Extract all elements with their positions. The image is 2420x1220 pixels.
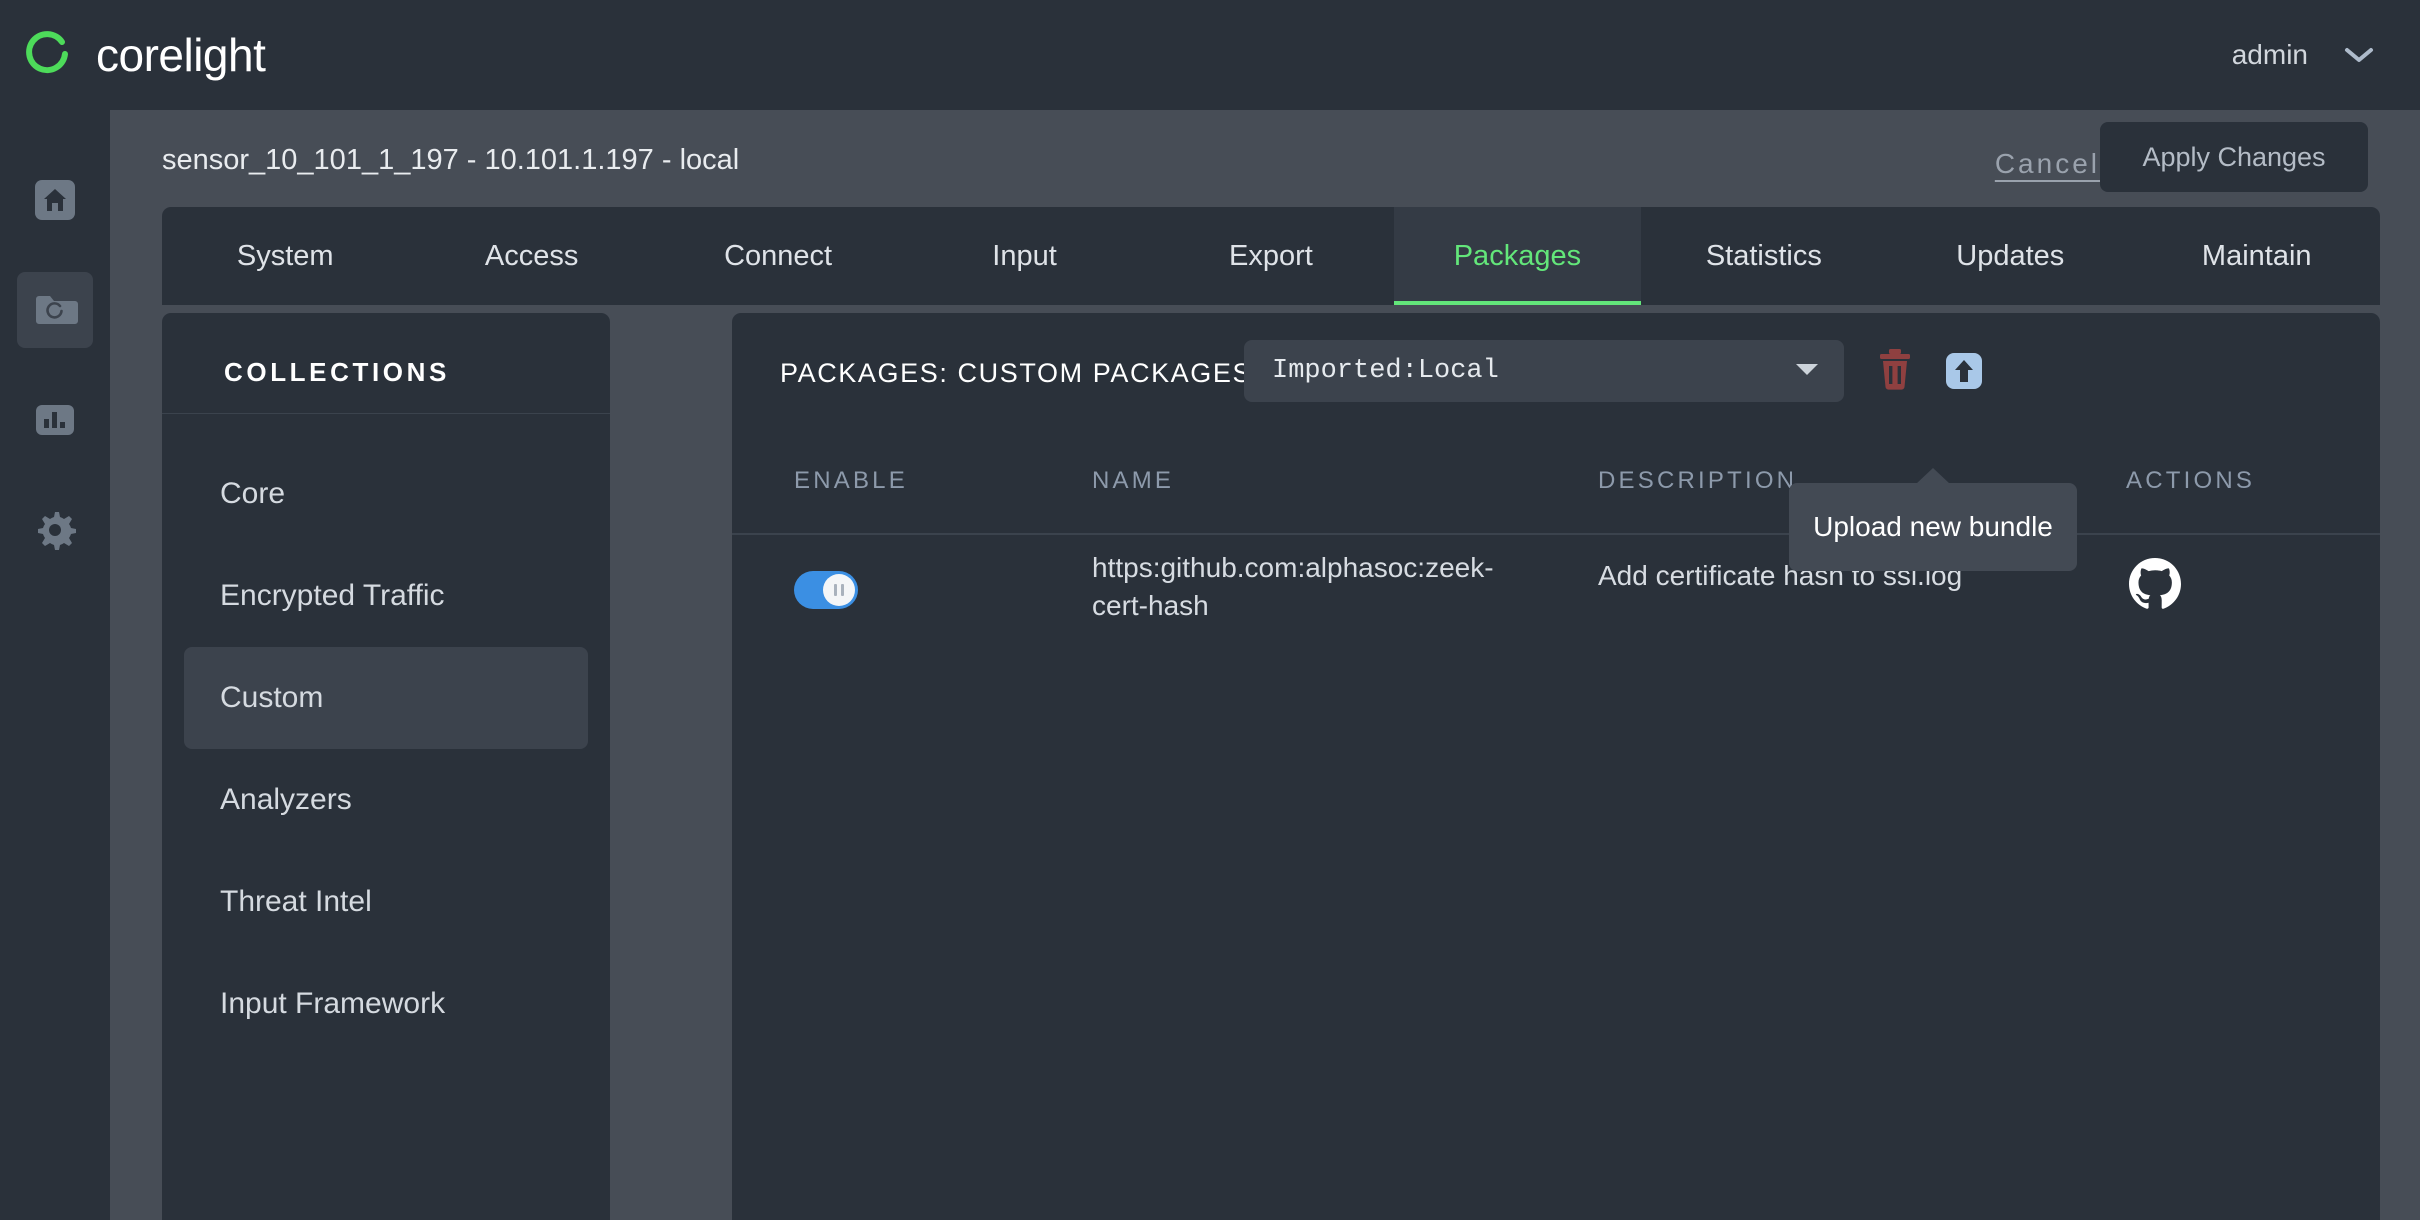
- toggle-knob: [823, 574, 855, 606]
- panel-header: PACKAGES: CUSTOM PACKAGES Imported:Local: [732, 313, 2380, 571]
- corelight-arc-logo-icon: [22, 29, 74, 81]
- caret-down-icon: [1794, 361, 1820, 382]
- tab-packages[interactable]: Packages: [1394, 207, 1642, 305]
- chevron-down-icon[interactable]: [2344, 46, 2374, 64]
- table-row: https:github.com:alphasoc:zeek-cert-hash…: [732, 535, 2380, 643]
- upload-bundle-button[interactable]: [1938, 343, 1990, 397]
- apply-changes-button[interactable]: Apply Changes: [2100, 122, 2368, 192]
- collection-item-threat-intel[interactable]: Threat Intel: [184, 851, 588, 953]
- panel-title: PACKAGES: CUSTOM PACKAGES: [780, 358, 1253, 388]
- cancel-button[interactable]: Cancel: [1995, 148, 2100, 180]
- column-header-actions: ACTIONS: [2126, 467, 2256, 494]
- trash-icon: [1870, 349, 1920, 401]
- sidebar-item-analytics[interactable]: [17, 382, 93, 458]
- source-select[interactable]: Imported:Local: [1244, 340, 1844, 402]
- column-header-enable: ENABLE: [794, 467, 908, 494]
- sidebar-item-settings[interactable]: [17, 492, 93, 568]
- user-menu[interactable]: admin: [2232, 39, 2420, 71]
- page-header: sensor_10_101_1_197 - 10.101.1.197 - loc…: [110, 110, 2420, 220]
- column-header-name: NAME: [1092, 467, 1175, 494]
- folder-sensor-icon: [32, 287, 78, 333]
- delete-bundle-button[interactable]: [1870, 343, 1920, 397]
- tab-bar: System Access Connect Input Export Packa…: [162, 207, 2380, 305]
- collection-item-input-framework[interactable]: Input Framework: [184, 953, 588, 1055]
- divider: [162, 413, 610, 414]
- tab-updates[interactable]: Updates: [1887, 207, 2133, 305]
- enable-cell: [794, 571, 858, 609]
- tab-input[interactable]: Input: [901, 207, 1147, 305]
- collection-item-custom[interactable]: Custom: [184, 647, 588, 749]
- table-header-row: ENABLE NAME DESCRIPTION ACTIONS: [732, 429, 2380, 533]
- collection-item-analyzers[interactable]: Analyzers: [184, 749, 588, 851]
- brand: corelight: [0, 28, 266, 82]
- tab-system[interactable]: System: [162, 207, 408, 305]
- upload-icon: [1938, 353, 1990, 401]
- icon-rail: [0, 110, 110, 1220]
- content-area: sensor_10_101_1_197 - 10.101.1.197 - loc…: [110, 110, 2420, 1220]
- tab-export[interactable]: Export: [1148, 207, 1394, 305]
- enable-toggle[interactable]: [794, 571, 858, 609]
- packages-table-body: https:github.com:alphasoc:zeek-cert-hash…: [732, 535, 2380, 643]
- source-select-value: Imported:Local: [1272, 356, 1499, 386]
- tab-connect[interactable]: Connect: [655, 207, 901, 305]
- tab-maintain[interactable]: Maintain: [2134, 207, 2380, 305]
- actions-cell: [2126, 555, 2184, 618]
- github-icon[interactable]: [2126, 555, 2184, 618]
- collections-panel: COLLECTIONS Core Encrypted Traffic Custo…: [162, 313, 610, 1220]
- collection-item-core[interactable]: Core: [184, 443, 588, 545]
- collections-list: Core Encrypted Traffic Custom Analyzers …: [162, 443, 610, 1055]
- collections-title: COLLECTIONS: [224, 357, 450, 387]
- tab-access[interactable]: Access: [408, 207, 654, 305]
- tab-statistics[interactable]: Statistics: [1641, 207, 1887, 305]
- upload-tooltip: Upload new bundle: [1789, 468, 2077, 571]
- top-bar: corelight admin: [0, 0, 2420, 110]
- collection-item-encrypted-traffic[interactable]: Encrypted Traffic: [184, 545, 588, 647]
- user-name-label: admin: [2231, 39, 2308, 70]
- column-header-description: DESCRIPTION: [1598, 467, 1798, 494]
- package-name: https:github.com:alphasoc:zeek-cert-hash: [1092, 552, 1494, 621]
- packages-panel: PACKAGES: CUSTOM PACKAGES Imported:Local: [732, 313, 2380, 1220]
- sidebar-item-home[interactable]: [17, 162, 93, 238]
- page-title: sensor_10_101_1_197 - 10.101.1.197 - loc…: [162, 144, 740, 176]
- gear-icon: [32, 507, 78, 553]
- brand-name: corelight: [96, 29, 266, 81]
- home-icon: [32, 177, 78, 223]
- bar-chart-icon: [32, 397, 78, 443]
- sidebar-item-sensors[interactable]: [17, 272, 93, 348]
